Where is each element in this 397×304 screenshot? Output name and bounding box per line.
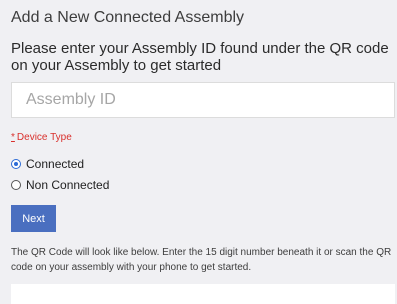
qr-helper-text: The QR Code will look like below. Enter … [11,247,392,273]
radio-connected[interactable] [11,159,21,169]
device-type-text: Device Type [16,132,72,143]
radio-non-connected-label[interactable]: Non Connected [26,178,109,192]
radio-option-connected[interactable]: Connected [11,157,84,171]
radio-non-connected[interactable] [11,180,21,190]
assembly-id-input[interactable] [11,82,395,118]
connected-assembly-panel: Add a New Connected Assembly Please ente… [0,0,397,304]
instructions-text: Please enter your Assembly ID found unde… [11,40,389,74]
page-title: Add a New Connected Assembly [11,9,245,26]
next-button[interactable]: Next [11,205,56,232]
radio-connected-label[interactable]: Connected [26,157,84,171]
device-type-label: * Device Type [11,132,72,143]
qr-code-image-area [11,284,395,304]
required-marker: * [11,132,15,143]
radio-option-non-connected[interactable]: Non Connected [11,178,109,192]
